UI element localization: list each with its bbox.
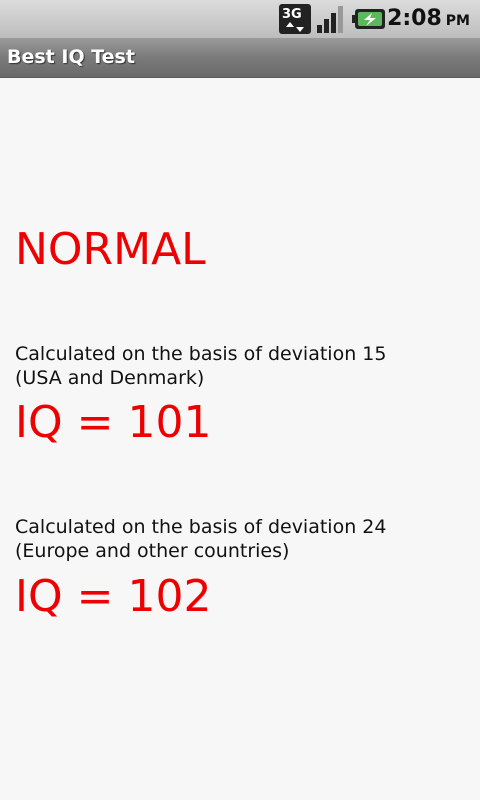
iq-score-deviation-24: IQ = 102 (15, 571, 212, 622)
app-title: Best IQ Test (7, 46, 135, 68)
clock-time: 2:08 (387, 6, 442, 31)
deviation-15-description: Calculated on the basis of deviation 15 … (15, 342, 386, 390)
deviation-24-line2: (Europe and other countries) (15, 540, 290, 562)
status-clock: 2:08 PM (387, 6, 470, 34)
3g-icon: 3G (278, 3, 312, 39)
deviation-24-description: Calculated on the basis of deviation 24 … (15, 515, 386, 563)
iq-score-deviation-15: IQ = 101 (15, 397, 212, 448)
iq-verdict: NORMAL (15, 224, 206, 275)
deviation-24-line1: Calculated on the basis of deviation 24 (15, 516, 387, 538)
battery-charging-icon (352, 3, 388, 39)
svg-text:3G: 3G (282, 7, 302, 22)
deviation-15-line2: (USA and Denmark) (15, 367, 205, 389)
app-title-bar: Best IQ Test (0, 38, 480, 78)
signal-icon (316, 3, 348, 39)
status-bar: 3G 2:08 PM (0, 0, 480, 38)
deviation-15-line1: Calculated on the basis of deviation 15 (15, 343, 387, 365)
clock-ampm: PM (445, 13, 470, 29)
